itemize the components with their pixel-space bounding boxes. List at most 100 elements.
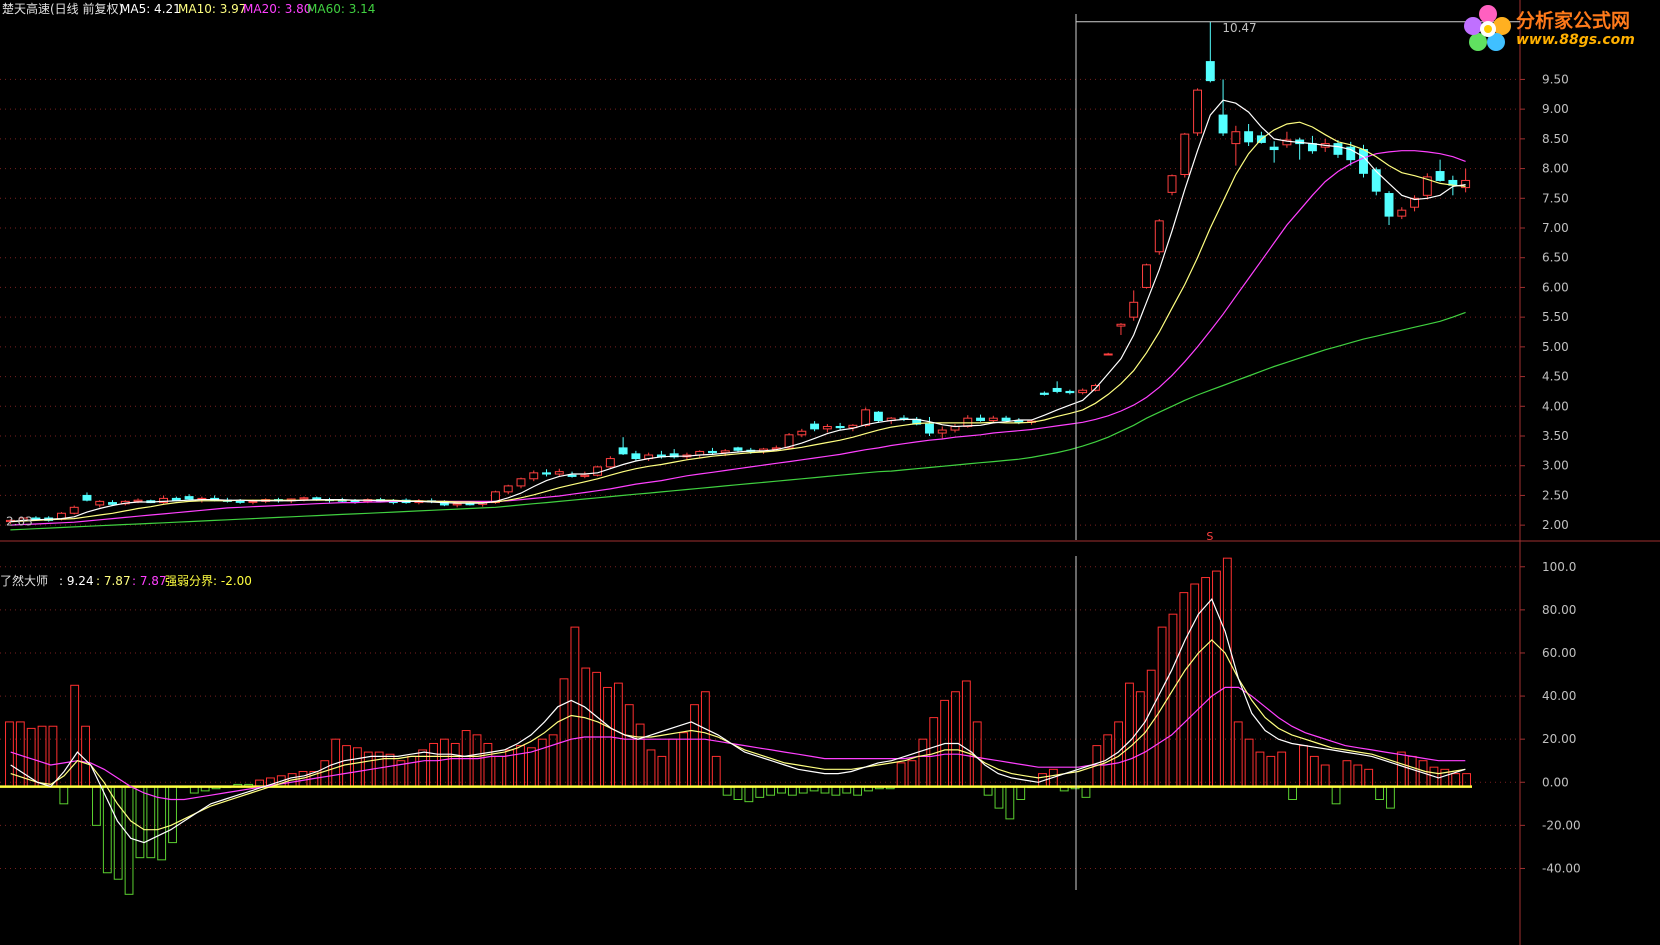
histogram-bar xyxy=(1005,786,1015,820)
histogram-bar xyxy=(168,786,177,844)
histogram-bar xyxy=(374,751,384,788)
price-tick-label: 7.50 xyxy=(1542,191,1569,205)
candle-body-down xyxy=(976,417,985,422)
candle-body-up xyxy=(503,485,513,493)
stock-title: 楚天高速(日线 前复权) xyxy=(2,1,123,16)
histogram-bar xyxy=(994,786,1004,809)
indicator-line-3 xyxy=(10,686,1466,801)
histogram-bar xyxy=(1353,764,1363,788)
price-tick-label: 7.00 xyxy=(1542,221,1569,235)
histogram-bar xyxy=(1320,764,1330,788)
indicator-value-2: : 7.87 xyxy=(96,574,131,588)
candle-body-down xyxy=(733,447,743,451)
histogram-bar xyxy=(124,786,134,895)
candle-body-down xyxy=(1435,171,1445,181)
histogram-bar xyxy=(1190,583,1200,788)
candle-body-down xyxy=(1307,143,1317,152)
candle-body-up xyxy=(299,497,309,500)
indicator-histogram xyxy=(0,557,1472,895)
histogram-bar xyxy=(1451,773,1461,788)
price-tick-label: 3.50 xyxy=(1542,429,1569,443)
histogram-bar xyxy=(961,680,971,788)
candle-body-down xyxy=(1269,146,1279,151)
candle-body-up xyxy=(1167,175,1177,193)
histogram-bar xyxy=(135,786,145,859)
indicator-tick-label: 100.0 xyxy=(1542,560,1576,574)
candle-body-down xyxy=(542,472,551,475)
histogram-bar xyxy=(59,786,69,805)
histogram-bar xyxy=(711,755,721,788)
candle-body-down xyxy=(1052,387,1062,392)
price-tick-label: 6.50 xyxy=(1542,251,1569,265)
signal-marker: S xyxy=(1206,530,1213,543)
histogram-bar xyxy=(1277,751,1287,788)
histogram-bar xyxy=(907,760,917,788)
boundary-value: 强弱分界: -2.00 xyxy=(165,574,252,588)
candle-body-up xyxy=(1231,131,1241,145)
candle-body-up xyxy=(1142,264,1151,288)
candle-body-down xyxy=(31,517,41,520)
histogram-bar xyxy=(1375,786,1384,800)
candle-body-down xyxy=(1333,143,1343,155)
histogram-bar xyxy=(48,725,58,788)
candle-body-down xyxy=(1218,114,1228,134)
site-logo[interactable]: 分析家公式网 www.88gs.com xyxy=(1462,4,1652,54)
flower-logo-icon xyxy=(1464,5,1511,51)
candle-body-down xyxy=(82,494,92,501)
candle-body-down xyxy=(235,500,245,503)
histogram-bar xyxy=(494,755,504,788)
candle-body-down xyxy=(108,502,117,505)
histogram-bar xyxy=(537,738,547,788)
histogram-bar xyxy=(81,725,90,788)
histogram-bar xyxy=(679,732,689,788)
histogram-bar xyxy=(1407,755,1417,788)
histogram-bar xyxy=(1255,751,1265,788)
candle-body-down xyxy=(1244,131,1254,143)
histogram-bar xyxy=(635,723,645,788)
stock-chart[interactable]: 2.00 2.50 3.00 3.50 4.00 4.50 5.00 5.50 6.00 6.50… xyxy=(0,0,1660,945)
indicator-name: 了然大师 xyxy=(0,573,48,588)
candle-body-up xyxy=(529,472,539,480)
indicator-line-2 xyxy=(10,639,1466,831)
histogram-bar xyxy=(1462,773,1471,788)
histogram-bar xyxy=(853,786,863,796)
candle-body-up xyxy=(988,417,998,422)
moving-average-lines xyxy=(10,99,1466,531)
histogram-bar xyxy=(70,684,80,788)
candle-body-up xyxy=(580,474,590,477)
ma20-value: MA20: 3.80 xyxy=(243,2,311,16)
ma5-line xyxy=(10,99,1466,523)
ma10-value: MA10: 3.97 xyxy=(178,2,246,16)
candle-body-up xyxy=(133,499,143,502)
histogram-bar xyxy=(146,786,156,859)
candle-body-up xyxy=(1154,220,1164,253)
candle-body-up xyxy=(605,458,615,468)
candlestick-series xyxy=(5,21,1471,524)
price-tick-label: 3.00 xyxy=(1542,459,1569,473)
histogram-bar xyxy=(581,667,591,788)
candle-body-down xyxy=(618,447,628,455)
logo-title: 分析家公式网 xyxy=(1516,10,1631,32)
candle-body-down xyxy=(873,411,883,422)
histogram-bar xyxy=(657,755,667,788)
histogram-bar xyxy=(624,704,634,788)
histogram-bar xyxy=(1016,786,1026,800)
candle-body-up xyxy=(1193,89,1203,134)
histogram-bar xyxy=(352,747,362,788)
indicator-tick-label: 60.00 xyxy=(1542,646,1576,660)
histogram-bar xyxy=(483,742,493,788)
candle-body-down xyxy=(1359,149,1368,174)
indicator-tick-label: 20.00 xyxy=(1542,732,1576,746)
candle-body-down xyxy=(835,425,845,429)
indicator-tick-label: 40.00 xyxy=(1542,689,1576,703)
histogram-bar xyxy=(429,742,438,788)
histogram-bar xyxy=(592,671,602,788)
indicator-tick-label: -40.00 xyxy=(1542,861,1581,875)
candle-body-down xyxy=(1384,193,1394,217)
histogram-bar xyxy=(766,786,776,796)
histogram-bar xyxy=(1288,786,1297,800)
histogram-bar xyxy=(722,786,732,796)
candle-body-up xyxy=(1180,133,1190,176)
price-tick-label: 5.00 xyxy=(1542,340,1569,354)
histogram-bar xyxy=(918,738,928,788)
